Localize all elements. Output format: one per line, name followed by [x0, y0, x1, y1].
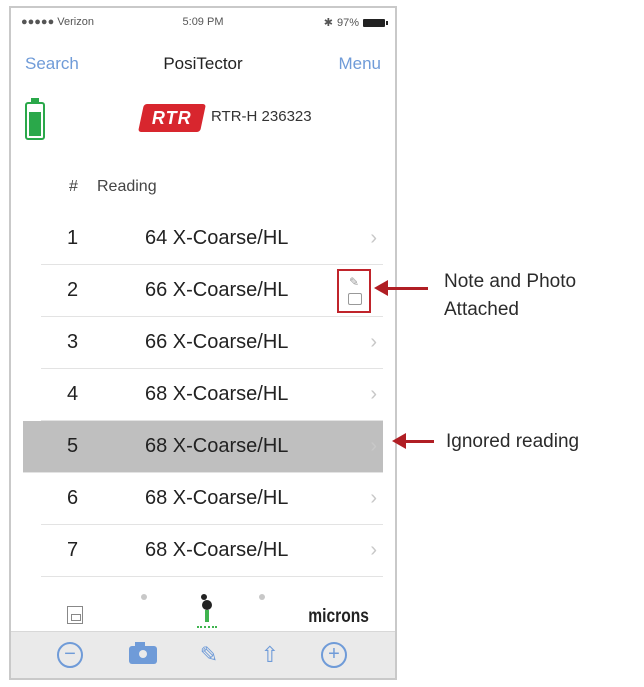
probe-battery-icon [25, 98, 45, 140]
reading-value: 68 X-Coarse/HL [145, 383, 289, 405]
plus-icon[interactable]: + [321, 642, 347, 668]
minus-icon[interactable]: − [57, 642, 83, 668]
menu-link[interactable]: Menu [338, 54, 381, 74]
chevron-right-icon: › [370, 487, 377, 509]
chevron-right-icon: › [370, 227, 377, 249]
chevron-right-icon: › [370, 539, 377, 561]
readings-header: # Reading [11, 178, 395, 202]
reading-number: 2 [67, 279, 79, 301]
reading-number: 7 [67, 539, 79, 561]
callout-arrow-ignored [392, 433, 434, 449]
reading-value: 66 X-Coarse/HL [145, 331, 289, 353]
callout-ignored: Ignored reading [446, 431, 580, 452]
rtr-logo: RTR [138, 104, 206, 132]
reading-row-3[interactable]: 3 66 X-Coarse/HL › [41, 317, 383, 369]
share-icon[interactable]: ⇧ [257, 642, 283, 668]
reading-row-6[interactable]: 6 68 X-Coarse/HL › [41, 473, 383, 525]
reading-number: 4 [67, 383, 79, 405]
header-number: # [69, 178, 78, 195]
reading-value: 64 X-Coarse/HL [145, 227, 289, 249]
chevron-right-icon: › [370, 383, 377, 405]
battery-icon [363, 18, 388, 27]
bluetooth-icon: ✱ [323, 17, 333, 29]
readings-list: 1 64 X-Coarse/HL › 2 66 X-Coarse/HL ✎ 3 … [11, 213, 395, 577]
reading-value: 68 X-Coarse/HL [145, 487, 289, 509]
toolbar: − ✎ ⇧ + [11, 631, 395, 678]
reading-value: 68 X-Coarse/HL [145, 435, 289, 457]
phone-screen: ●●●●● Verizon 5:09 PM ✱ 97% Search PosiT… [9, 6, 397, 680]
edit-note-icon[interactable]: ✎ [196, 642, 222, 668]
reading-row-5-ignored[interactable]: 5 68 X-Coarse/HL › [23, 421, 383, 473]
device-header: RTR RTR-H 236323 [11, 96, 395, 156]
header-reading: Reading [97, 178, 157, 195]
reading-row-1[interactable]: 1 64 X-Coarse/HL › [41, 213, 383, 265]
reading-number: 3 [67, 331, 79, 353]
chevron-right-icon: › [370, 331, 377, 353]
page-dot[interactable] [259, 594, 265, 600]
note-icon: ✎ [349, 275, 360, 289]
camera-icon[interactable] [129, 642, 157, 664]
photo-icon [348, 293, 362, 305]
reading-row-4[interactable]: 4 68 X-Coarse/HL › [41, 369, 383, 421]
device-id: RTR-H 236323 [211, 108, 312, 125]
reading-value: 68 X-Coarse/HL [145, 539, 289, 561]
status-bar: ●●●●● Verizon 5:09 PM ✱ 97% [11, 8, 395, 38]
page-title: PosiTector [163, 54, 243, 73]
attachment-indicator: ✎ [337, 269, 371, 313]
reading-number: 5 [67, 435, 79, 457]
callout-note-photo: Note and Photo Attached [444, 271, 577, 320]
reading-value: 66 X-Coarse/HL [145, 279, 289, 301]
callout-arrow-note [374, 280, 428, 296]
reading-row-2[interactable]: 2 66 X-Coarse/HL ✎ [41, 265, 383, 317]
reading-number: 1 [67, 227, 79, 249]
battery-status: ✱ 97% [323, 16, 388, 29]
chevron-right-icon: › [370, 435, 377, 457]
page-dot[interactable] [141, 594, 147, 600]
battery-percent: 97% [336, 16, 359, 29]
probe-icon [195, 600, 219, 630]
save-icon[interactable] [67, 606, 83, 624]
units-label[interactable]: microns [308, 606, 369, 628]
nav-bar: Search PosiTector Menu [11, 46, 395, 80]
reading-row-7[interactable]: 7 68 X-Coarse/HL › [41, 525, 383, 577]
reading-number: 6 [67, 487, 79, 509]
